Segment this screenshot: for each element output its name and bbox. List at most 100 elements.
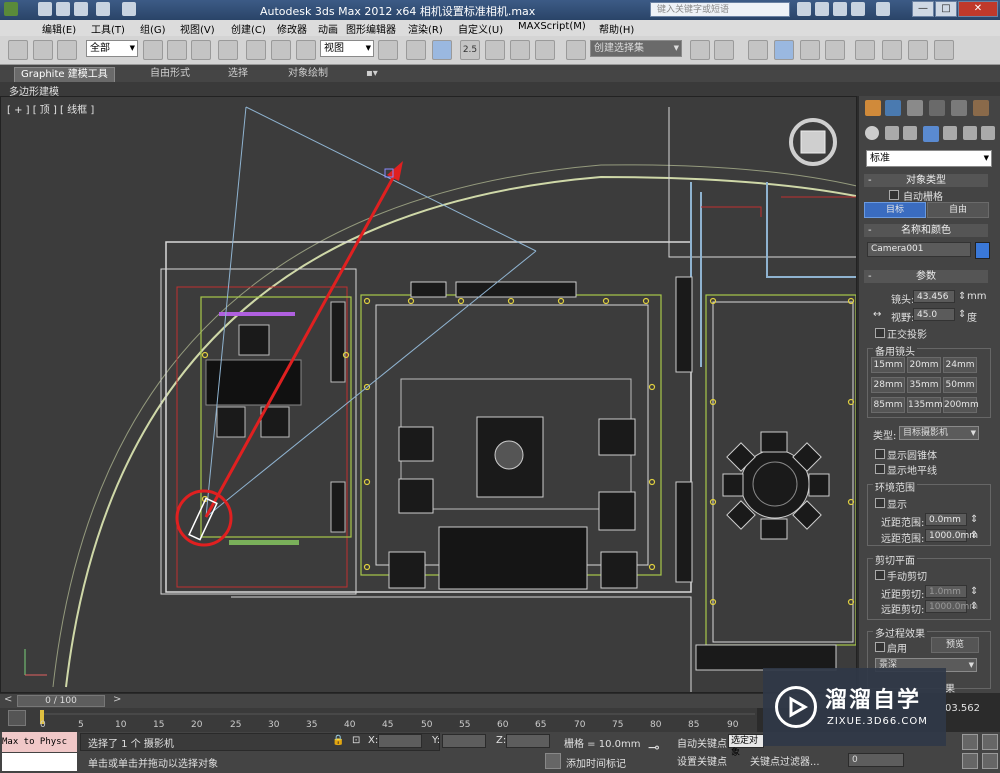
menu-create[interactable]: 创建(C): [231, 21, 266, 36]
maxscript-listener-output[interactable]: [2, 753, 77, 771]
track-bar[interactable]: 0 5 10 15 20 25 30 35 40 45 50 55 60 65 …: [0, 708, 757, 732]
lens-50mm-button[interactable]: 50mm: [943, 377, 977, 393]
open-file-icon[interactable]: [56, 2, 70, 16]
ortho-checkbox[interactable]: [875, 328, 885, 338]
tab-object-paint[interactable]: 对象绘制: [282, 67, 334, 81]
y-coord-field[interactable]: [442, 734, 486, 748]
ribbon-options-icon[interactable]: ▪▾: [360, 67, 384, 81]
unlink-icon[interactable]: [33, 40, 53, 60]
menu-tools[interactable]: 工具(T): [91, 21, 125, 36]
preview-button[interactable]: 预览: [931, 637, 979, 653]
lens-200mm-button[interactable]: 200mm: [943, 397, 979, 413]
object-color-swatch[interactable]: [975, 242, 990, 259]
show-cone-checkbox[interactable]: [875, 449, 885, 459]
menu-animation[interactable]: 动画: [318, 21, 338, 36]
systems-icon[interactable]: [981, 126, 995, 140]
menu-customize[interactable]: 自定义(U): [458, 21, 503, 36]
create-tab-icon[interactable]: [865, 100, 881, 116]
time-slider-thumb[interactable]: 0 / 100: [17, 695, 105, 707]
select-object-icon[interactable]: [143, 40, 163, 60]
time-next-icon[interactable]: >: [113, 694, 121, 705]
maximize-button[interactable]: □: [935, 1, 957, 17]
render-setup-icon[interactable]: [882, 40, 902, 60]
layer-manager-icon[interactable]: [748, 40, 768, 60]
lens-24mm-button[interactable]: 24mm: [943, 357, 977, 373]
target-camera-button[interactable]: 目标: [864, 202, 926, 218]
spinner-snap-icon[interactable]: [535, 40, 555, 60]
angle-snap-icon[interactable]: [485, 40, 505, 60]
name-color-header[interactable]: 名称和颜色: [864, 224, 988, 237]
edit-named-sets-icon[interactable]: [566, 40, 586, 60]
bind-spacewarp-icon[interactable]: [57, 40, 77, 60]
maxscript-listener[interactable]: Max to Physc: [2, 732, 77, 752]
lock-selection-icon[interactable]: 🔒: [332, 735, 344, 746]
helpers-icon[interactable]: [943, 126, 957, 140]
tab-selection[interactable]: 选择: [222, 67, 254, 81]
move-icon[interactable]: [246, 40, 266, 60]
minimize-button[interactable]: —: [912, 1, 934, 17]
schematic-view-icon[interactable]: [825, 40, 845, 60]
orbit-icon[interactable]: [962, 753, 978, 769]
far-range-input[interactable]: 1000.0mm: [925, 529, 978, 542]
menu-edit[interactable]: 编辑(E): [42, 21, 76, 36]
menu-maxscript[interactable]: MAXScript(M): [518, 21, 586, 32]
time-slider[interactable]: < 0 / 100 >: [0, 694, 857, 708]
fov-direction-icon[interactable]: ↔: [873, 309, 881, 320]
window-crossing-icon[interactable]: [218, 40, 238, 60]
reference-coord-select[interactable]: 视图: [320, 40, 374, 57]
scale-icon[interactable]: [296, 40, 316, 60]
lens-85mm-button[interactable]: 85mm: [871, 397, 905, 413]
selection-region-icon[interactable]: [191, 40, 211, 60]
parameters-header[interactable]: 参数: [864, 270, 988, 283]
spacewarps-icon[interactable]: [963, 126, 977, 140]
far-clip-input[interactable]: 1000.0mm: [925, 600, 978, 613]
maximize-viewport-icon[interactable]: [982, 753, 998, 769]
z-coord-field[interactable]: [506, 734, 550, 748]
motion-tab-icon[interactable]: [929, 100, 945, 116]
auto-key-button[interactable]: 自动关键点: [677, 735, 727, 750]
lens-15mm-button[interactable]: 15mm: [871, 357, 905, 373]
graphite-toggle-icon[interactable]: [774, 40, 794, 60]
new-file-icon[interactable]: [38, 2, 52, 16]
search-input[interactable]: 键入关键字或短语: [650, 2, 790, 17]
absolute-mode-icon[interactable]: ⊡: [352, 735, 360, 746]
menu-rendering[interactable]: 渲染(R): [408, 21, 443, 36]
x-coord-field[interactable]: [378, 734, 422, 748]
hierarchy-tab-icon[interactable]: [907, 100, 923, 116]
far-range-spinner[interactable]: ⇕: [970, 530, 978, 541]
autogrid-checkbox[interactable]: [889, 190, 899, 200]
menu-group[interactable]: 组(G): [140, 21, 166, 36]
camera-name-input[interactable]: Camera001: [867, 242, 971, 257]
zoom-extents-icon[interactable]: [962, 734, 978, 750]
near-clip-spinner[interactable]: ⇕: [970, 586, 978, 597]
object-type-header[interactable]: 对象类型: [864, 174, 988, 187]
menu-views[interactable]: 视图(V): [180, 21, 215, 36]
category-select[interactable]: 标准: [866, 150, 992, 167]
near-range-input[interactable]: 0.0mm: [925, 513, 967, 526]
app-logo-icon[interactable]: [4, 2, 18, 16]
material-editor-icon[interactable]: [855, 40, 875, 60]
rendered-frame-icon[interactable]: [908, 40, 928, 60]
multipass-enable-checkbox[interactable]: [875, 642, 885, 652]
tab-graphite-modeling[interactable]: Graphite 建模工具: [14, 67, 115, 82]
save-file-icon[interactable]: [74, 2, 88, 16]
favorites-icon[interactable]: [851, 2, 865, 16]
undo-icon[interactable]: [96, 2, 110, 16]
fov-spinner[interactable]: ⇕: [958, 309, 966, 320]
fov-input[interactable]: 45.0: [913, 308, 955, 321]
align-icon[interactable]: [714, 40, 734, 60]
time-tag-icon[interactable]: [545, 753, 561, 769]
modify-tab-icon[interactable]: [885, 100, 901, 116]
pivot-center-icon[interactable]: [378, 40, 398, 60]
camera-type-select[interactable]: 目标摄影机: [899, 426, 979, 440]
menu-help[interactable]: 帮助(H): [599, 21, 634, 36]
rotate-icon[interactable]: [271, 40, 291, 60]
tools-icon[interactable]: [815, 2, 829, 16]
add-time-tag[interactable]: 添加时间标记: [566, 755, 626, 770]
tab-freeform[interactable]: 自由形式: [144, 67, 196, 81]
manual-clip-checkbox[interactable]: [875, 570, 885, 580]
close-button[interactable]: ✕: [958, 1, 998, 17]
lens-20mm-button[interactable]: 20mm: [907, 357, 941, 373]
mirror-icon[interactable]: [690, 40, 710, 60]
percent-snap-icon[interactable]: [510, 40, 530, 60]
